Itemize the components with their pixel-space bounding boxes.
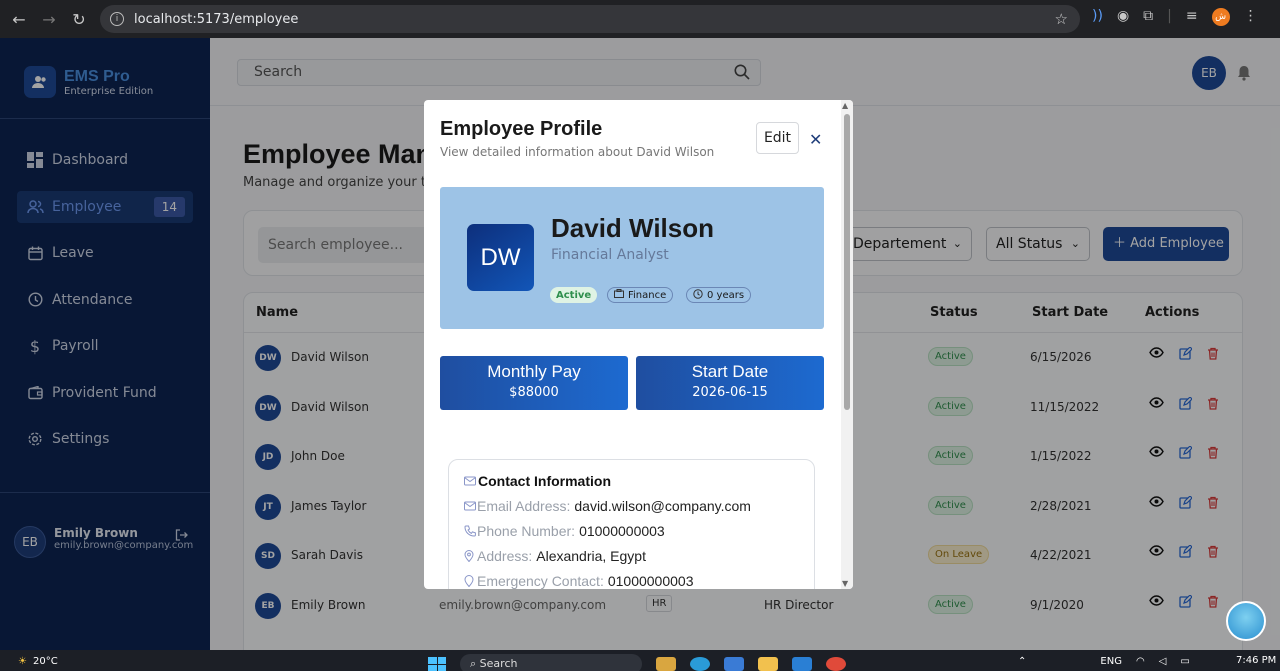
employee-profile-dialog: Employee Profile View detailed informati… [424,100,853,589]
contact-address: Address: Alexandria, Egypt [464,548,814,564]
card-value: $88000 [509,385,559,400]
tenure-text: 0 years [707,289,745,301]
address-bar[interactable]: i localhost:5173/employee ☆ [100,5,1080,33]
os-taskbar: ☀ 20°C ⌕ Search ⌃ ENG ◠ ◁ ▭ 7:46 PM [0,650,1280,671]
profile-name: David Wilson [551,213,715,243]
bookmark-star-icon[interactable]: ☆ [1055,10,1068,28]
contact-title-text: Contact Information [478,473,611,489]
weather-widget[interactable]: ☀ 20°C [18,656,58,667]
contact-value: 01000000003 [607,573,694,589]
status-badge: Active [550,287,598,303]
browser-toolbar: ← → ↻ i localhost:5173/employee ☆ )) ◉ ⧉… [0,0,1280,38]
language-indicator[interactable]: ENG [1100,656,1122,667]
building-icon [614,289,624,301]
avatar: DW [467,224,534,291]
dialog-title: Employee Profile [440,118,603,140]
profile-header: DW David Wilson Financial Analyst Active… [440,187,824,329]
contact-label: Email Address: [477,498,571,514]
record-icon[interactable]: ◉ [1117,8,1129,26]
monthly-pay-card: Monthly Pay $88000 [440,356,628,410]
edit-button[interactable]: Edit [756,122,799,154]
taskbar-search-placeholder: Search [479,657,518,670]
windows-start-icon[interactable] [428,657,446,671]
vscode-icon[interactable] [792,657,812,671]
wifi-icon[interactable]: ◠ [1136,656,1145,667]
card-value: 2026-06-15 [692,385,768,400]
temperature: 20°C [32,656,58,667]
extensions-icon[interactable]: ⧉ [1143,8,1153,26]
folder-icon[interactable] [758,657,778,671]
chrome-icon[interactable] [826,657,846,671]
contact-value: Alexandria, Egypt [536,548,646,564]
scroll-up-icon[interactable]: ▲ [842,101,848,110]
contact-phone: Phone Number: 01000000003 [464,523,814,539]
contact-label: Emergency Contact: [477,573,604,589]
close-icon[interactable]: ✕ [809,130,822,149]
cast-icon[interactable]: )) [1092,8,1103,26]
tenure-badge: 0 years [686,287,752,303]
contact-value: 01000000003 [579,523,665,539]
profile-avatar[interactable]: ش [1211,8,1230,26]
contact-label: Phone Number: [477,523,576,539]
weather-icon: ☀ [18,656,27,667]
mail-icon [464,501,477,511]
edge-icon[interactable] [690,657,710,671]
store-icon[interactable] [724,657,744,671]
site-info-icon[interactable]: i [110,12,124,26]
contact-information-card: Contact Information Email Address: david… [448,459,815,589]
start-date-card: Start Date 2026-06-15 [636,356,824,410]
department-badge: Finance [607,287,674,303]
scroll-down-icon[interactable]: ▼ [842,579,848,588]
back-icon[interactable]: ← [4,4,34,34]
card-label: Start Date [691,362,769,381]
clock-icon [693,288,703,302]
pin-icon [464,550,477,562]
contact-title: Contact Information [464,473,814,489]
volume-icon[interactable]: ◁ [1159,656,1167,667]
department-text: Finance [628,289,667,301]
alert-icon [464,575,477,587]
forward-icon[interactable]: → [34,4,64,34]
taskbar-search-input[interactable]: ⌕ Search [460,654,642,671]
clock[interactable]: 7:46 PM [1236,655,1276,666]
scrollbar-thumb[interactable] [844,114,850,410]
reload-icon[interactable]: ↻ [64,4,94,34]
dialog-subtitle: View detailed information about David Wi… [440,145,715,159]
chevron-up-icon[interactable]: ⌃ [1018,656,1026,667]
phone-icon [464,525,477,537]
file-explorer-icon[interactable] [656,657,676,671]
mail-icon [464,473,476,489]
contact-email: Email Address: david.wilson@company.com [464,498,814,514]
contact-label: Address: [477,548,533,564]
battery-icon[interactable]: ▭ [1180,656,1189,667]
menu-icon[interactable]: ⋮ [1244,8,1258,26]
floating-assistant-button[interactable] [1226,601,1266,641]
profile-role: Financial Analyst [551,247,669,263]
card-label: Monthly Pay [487,362,581,381]
url-text: localhost:5173/employee [134,11,299,27]
divider: | [1167,8,1172,24]
contact-emergency: Emergency Contact: 01000000003 [464,573,814,589]
dialog-scrollbar[interactable]: ▲ ▼ [841,100,853,589]
media-icon[interactable]: ≡ [1186,8,1198,26]
contact-value: david.wilson@company.com [574,498,751,514]
